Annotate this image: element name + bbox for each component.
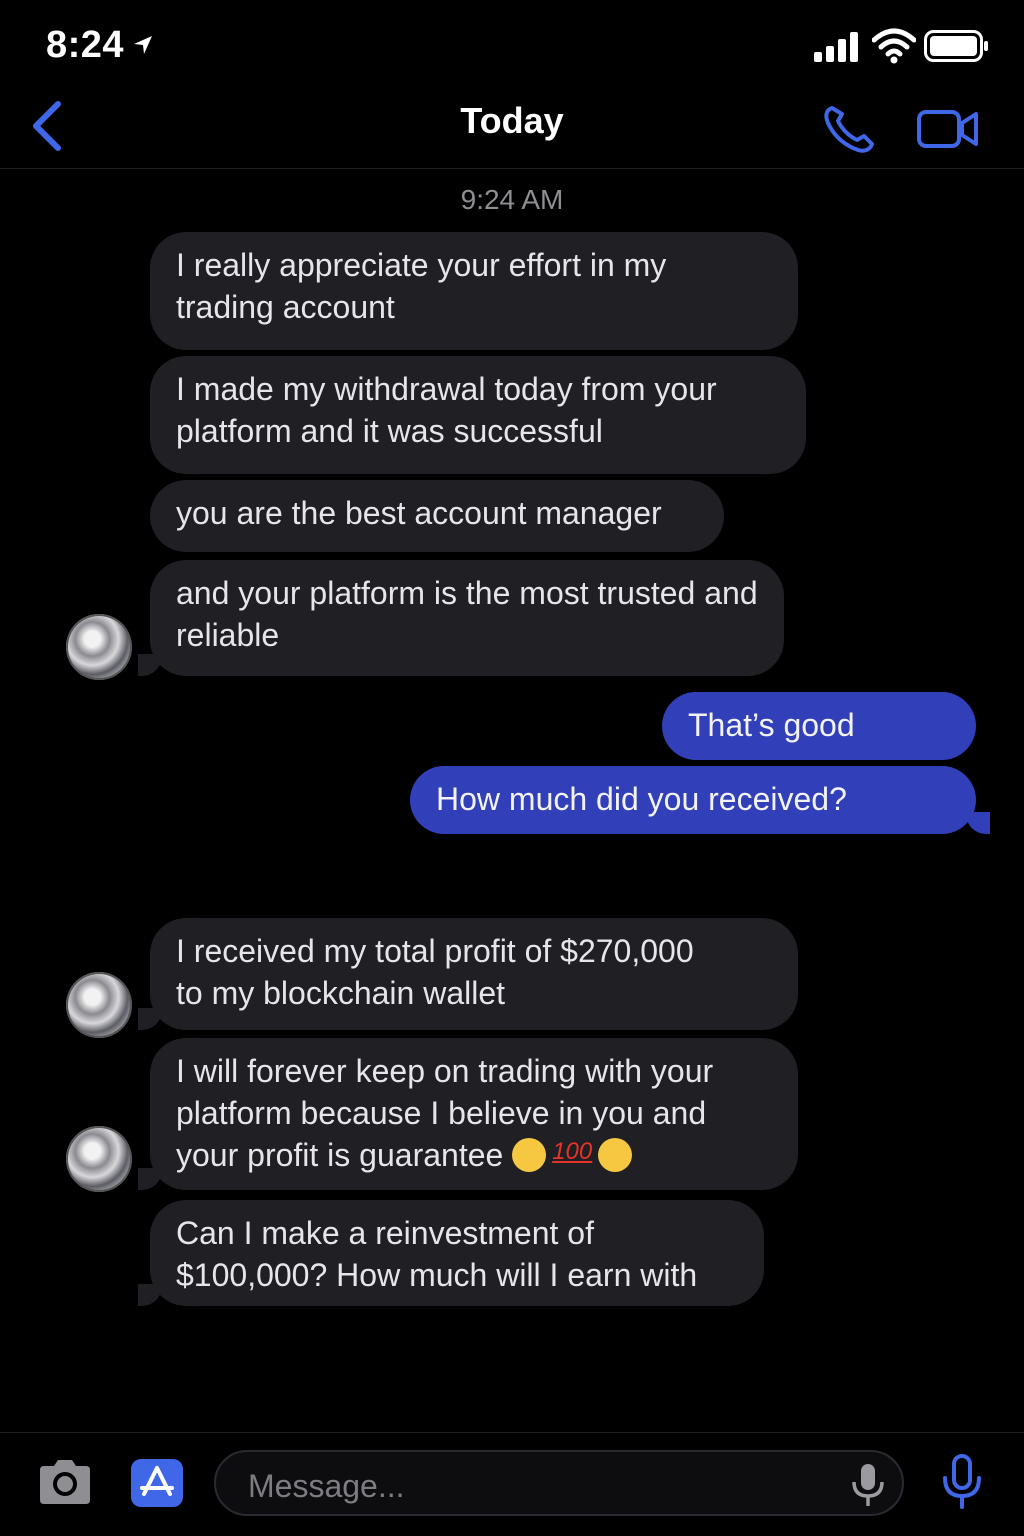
message-text: you are the best account manager: [176, 495, 662, 531]
message-text: I will forever keep on trading with your…: [176, 1053, 714, 1173]
message-bubble-incoming[interactable]: and your platform is the most trusted an…: [150, 560, 784, 676]
cellular-signal-icon: [814, 32, 858, 62]
status-time: 8:24: [46, 24, 125, 66]
camera-icon[interactable]: [36, 1456, 94, 1508]
message-input[interactable]: Message...: [214, 1450, 904, 1516]
message-text: I made my withdrawal today from your pla…: [176, 371, 717, 449]
bubble-tail: [138, 1168, 162, 1190]
phone-call-icon[interactable]: [822, 104, 876, 154]
message-bubble-incoming[interactable]: I received my total profit of $270,000 t…: [150, 918, 798, 1030]
message-text: I really appreciate your effort in my tr…: [176, 247, 667, 325]
message-bubble-outgoing[interactable]: That’s good: [662, 692, 976, 760]
message-bubble-incoming[interactable]: Can I make a reinvestment of $100,000? H…: [150, 1200, 764, 1306]
message-bubble-outgoing[interactable]: How much did you received?: [410, 766, 976, 834]
message-text: How much did you received?: [436, 781, 847, 817]
contact-avatar[interactable]: [66, 972, 132, 1038]
message-timestamp: 9:24 AM: [460, 184, 564, 215]
message-text: That’s good: [688, 707, 855, 743]
composer-divider: [0, 1432, 1024, 1433]
location-arrow-icon: [134, 36, 152, 54]
app-store-icon[interactable]: [130, 1458, 184, 1508]
smiling-face-emoji: [512, 1137, 547, 1172]
bubble-tail: [966, 812, 990, 834]
smiling-face-emoji: [598, 1137, 633, 1172]
hundred-points-emoji: 100: [552, 1137, 593, 1165]
contact-avatar[interactable]: [66, 1126, 132, 1192]
nav-divider: [0, 168, 1024, 169]
message-bubble-incoming[interactable]: I will forever keep on trading with your…: [150, 1038, 798, 1190]
message-bubble-incoming[interactable]: you are the best account manager: [150, 480, 724, 552]
audio-message-icon[interactable]: [940, 1454, 984, 1510]
dictation-mic-icon[interactable]: [848, 1462, 888, 1508]
bubble-tail: [138, 654, 162, 676]
message-bubble-incoming[interactable]: I made my withdrawal today from your pla…: [150, 356, 806, 474]
message-text: Can I make a reinvestment of $100,000? H…: [176, 1215, 698, 1293]
bubble-tail: [138, 1284, 162, 1306]
message-text: I received my total profit of $270,000 t…: [176, 933, 694, 1011]
contact-avatar[interactable]: [66, 614, 132, 680]
message-bubble-incoming[interactable]: I really appreciate your effort in my tr…: [150, 232, 798, 350]
message-text: and your platform is the most trusted an…: [176, 575, 758, 653]
bubble-tail: [138, 1008, 162, 1030]
video-call-icon[interactable]: [916, 108, 980, 150]
battery-icon: [924, 30, 988, 62]
wifi-icon: [872, 28, 916, 64]
